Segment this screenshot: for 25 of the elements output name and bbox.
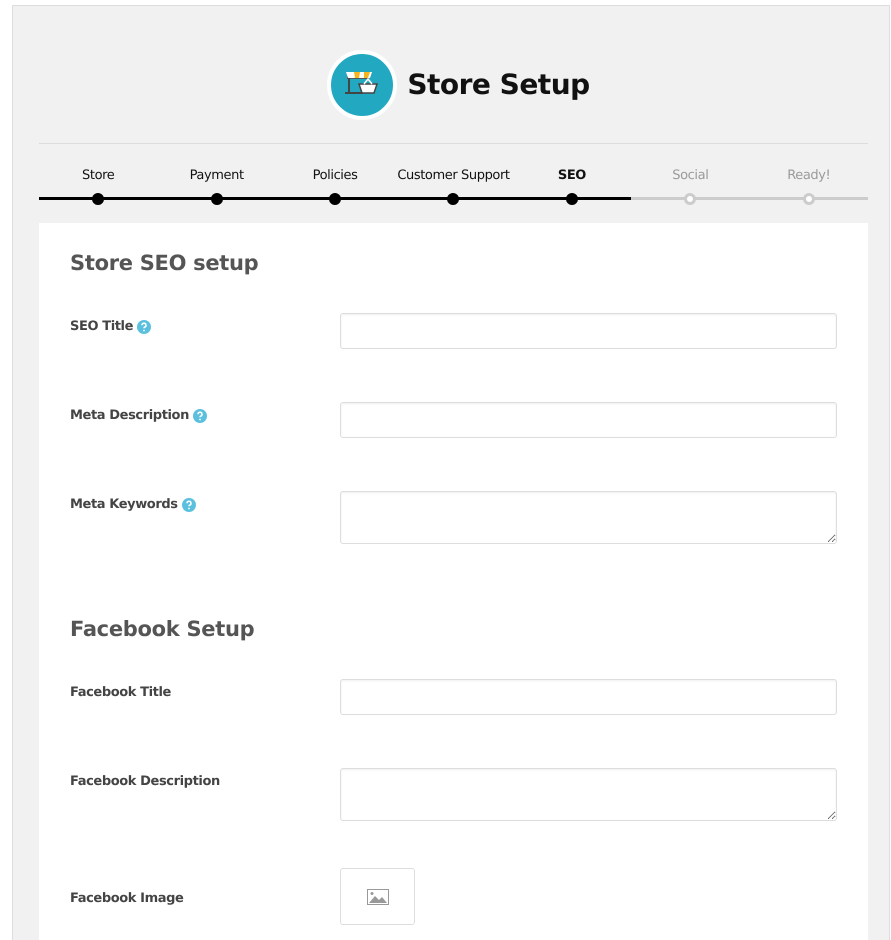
field-label: Facebook Image [70,891,184,906]
input-field[interactable] [340,402,837,438]
help-icon[interactable] [182,498,196,512]
step-label[interactable]: Store [82,168,114,188]
field-label: Meta Keywords [70,497,178,512]
image-upload[interactable] [340,868,415,925]
field-label: Facebook Title [70,685,171,700]
step-label[interactable]: Payment [190,168,244,188]
step-label[interactable]: SEO [558,168,586,188]
input-field[interactable] [340,768,837,821]
help-icon[interactable] [192,408,207,422]
step-label[interactable]: Policies [312,168,358,188]
page-title: Store Setup [407,68,590,101]
image-icon [366,888,388,904]
section-heading: Store SEO setup [70,251,260,275]
step-label[interactable]: Customer Support [397,168,510,188]
input-field[interactable] [340,491,837,544]
section-heading: Facebook Setup [70,617,256,641]
help-icon[interactable] [137,320,152,334]
field-label: SEO Title [70,319,134,334]
input-field[interactable] [340,313,837,349]
store-logo-icon [327,50,398,120]
field-label: Facebook Description [70,774,220,789]
input-field[interactable] [340,679,837,715]
field-label: Meta Description [70,408,189,423]
